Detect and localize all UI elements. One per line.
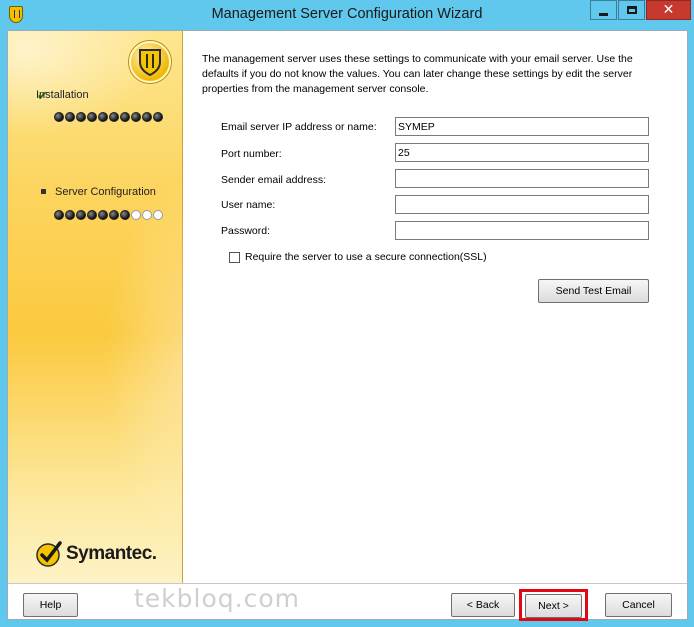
email-server-input[interactable] [395, 117, 649, 136]
close-button[interactable]: ✕ [646, 0, 691, 20]
sender-email-input[interactable] [395, 169, 649, 188]
wizard-window: Management Server Configuration Wizard ✕… [0, 0, 694, 627]
progress-dot [120, 210, 130, 220]
wizard-content: The management server uses these setting… [184, 31, 687, 583]
ssl-option[interactable]: Require the server to use a secure conne… [229, 251, 487, 263]
progress-dot [131, 112, 141, 122]
progress-dot-empty [142, 210, 152, 220]
progress-dot [120, 112, 130, 122]
progress-dot-empty [153, 210, 163, 220]
progress-dot [87, 112, 97, 122]
user-name-label: User name: [221, 199, 276, 211]
progress-dot [98, 210, 108, 220]
progress-dot [76, 112, 86, 122]
help-button[interactable]: Help [23, 593, 78, 617]
next-button-highlight: Next > [519, 589, 588, 621]
progress-dot [65, 112, 75, 122]
symantec-logo: Symantec. [34, 539, 157, 569]
title-bar[interactable]: Management Server Configuration Wizard ✕ [0, 0, 694, 30]
step-installation-progress [54, 112, 163, 122]
progress-dot [87, 210, 97, 220]
sender-email-label: Sender email address: [221, 174, 327, 186]
bullet-icon [41, 189, 46, 194]
intro-text: The management server uses these setting… [202, 53, 633, 95]
close-icon: ✕ [662, 2, 675, 18]
symantec-checkmark-icon [36, 541, 62, 567]
back-button[interactable]: < Back [451, 593, 515, 617]
minimize-icon [599, 12, 608, 16]
progress-dot [65, 210, 75, 220]
progress-dot [76, 210, 86, 220]
progress-dot-empty [131, 210, 141, 220]
port-number-label: Port number: [221, 148, 282, 160]
wizard-footer: Help tekbloq.com < Back Next > Cancel [8, 583, 687, 621]
minimize-button[interactable] [590, 0, 617, 20]
progress-dot [98, 112, 108, 122]
wizard-client-area: ✔ Installation Server Configuration Syma… [7, 30, 688, 621]
password-input[interactable] [395, 221, 649, 240]
ssl-checkbox[interactable] [229, 251, 240, 263]
progress-dot [54, 112, 64, 122]
wizard-sidebar: ✔ Installation Server Configuration Syma… [8, 31, 183, 583]
maximize-icon [626, 6, 637, 14]
progress-dot [142, 112, 152, 122]
step-server-configuration-progress [54, 210, 163, 220]
email-server-label: Email server IP address or name: [221, 121, 377, 133]
brand-name: Symantec. [66, 543, 157, 564]
maximize-button[interactable] [618, 0, 645, 20]
next-button[interactable]: Next > [525, 594, 582, 618]
port-number-input[interactable] [395, 143, 649, 162]
cancel-button[interactable]: Cancel [605, 593, 672, 617]
symantec-shield-logo-icon [129, 41, 171, 83]
progress-dot [153, 112, 163, 122]
watermark-text: tekbloq.com [134, 584, 300, 613]
progress-dot [54, 210, 64, 220]
step-server-configuration-label: Server Configuration [55, 186, 156, 198]
user-name-input[interactable] [395, 195, 649, 214]
progress-dot [109, 112, 119, 122]
password-label: Password: [221, 225, 271, 237]
step-installation-label: Installation [36, 89, 89, 101]
progress-dot [109, 210, 119, 220]
send-test-email-button[interactable]: Send Test Email [538, 279, 649, 303]
ssl-checkbox-label[interactable]: Require the server to use a secure conne… [245, 251, 487, 263]
